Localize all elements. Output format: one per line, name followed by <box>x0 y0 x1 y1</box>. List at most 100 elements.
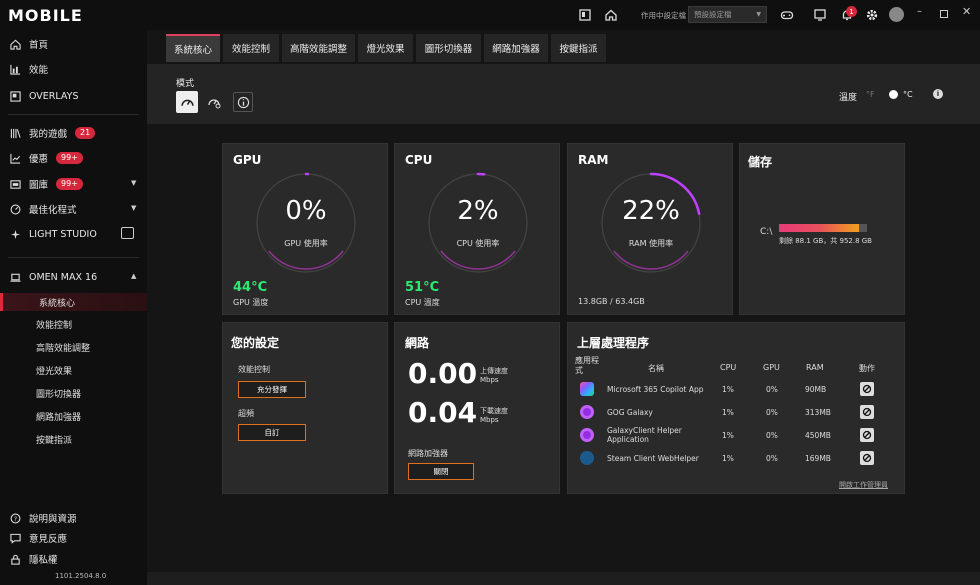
sidebar-sub-graphics-switcher[interactable]: 圖形切換器 <box>36 385 81 401</box>
cpu-card: CPU 2% CPU 使用率 51°C CPU 溫度 <box>394 143 560 315</box>
process-gpu: 0% <box>766 431 778 440</box>
gamepad-icon[interactable] <box>778 6 796 24</box>
sidebar-device[interactable]: OMEN MAX 16 <box>10 268 97 286</box>
bar-chart-icon <box>10 64 21 75</box>
minimize-icon[interactable]: – <box>917 6 922 17</box>
chevron-down-icon[interactable]: ▼ <box>131 204 136 212</box>
processes-title: 上層處理程序 <box>577 336 650 350</box>
storage-bar-fill <box>779 224 860 232</box>
ram-title: RAM <box>578 153 609 167</box>
sidebar-sub-label: 圖形切換器 <box>36 389 82 400</box>
overclock-label: 超頻 <box>238 409 254 418</box>
col-header-gpu: GPU <box>763 363 780 372</box>
mode-performance-button[interactable] <box>176 91 198 113</box>
fahrenheit-option[interactable]: °F <box>866 90 875 99</box>
sidebar-sub-advanced-tuning[interactable]: 高階效能調整 <box>36 339 90 355</box>
overclock-button[interactable]: 自訂 <box>238 424 306 441</box>
app-logo: MOBILE <box>8 6 83 25</box>
sidebar-sub-network-booster[interactable]: 網路加強器 <box>36 408 81 424</box>
tab-label: 高階效能調整 <box>289 44 347 55</box>
home-icon <box>10 39 21 50</box>
download-speed-value: 0.04 <box>408 396 478 429</box>
deals-count-badge: 99+ <box>56 152 83 164</box>
sidebar-item-performance[interactable]: 效能 <box>10 60 48 78</box>
widget-icon[interactable] <box>576 6 594 24</box>
sidebar-item-deals[interactable]: 優惠 99+ <box>10 149 83 167</box>
ram-card: RAM 22% RAM 使用率 13.8GB / 63.4GB <box>567 143 733 315</box>
network-card: 網路 0.00 上傳速度 Mbps 0.04 下載速度 Mbps 網路加強器 關… <box>394 322 560 494</box>
monitor-icon[interactable] <box>811 6 829 24</box>
end-task-icon[interactable] <box>860 382 874 396</box>
tab-system-core[interactable]: 系統核心 <box>166 34 220 62</box>
process-name: GOG Galaxy <box>607 408 653 417</box>
notification-badge: 1 <box>846 6 857 17</box>
storage-bar <box>779 224 867 232</box>
network-booster-button[interactable]: 關閉 <box>408 463 474 480</box>
celsius-radio[interactable] <box>889 90 898 99</box>
tab-label: 按鍵指派 <box>559 44 598 55</box>
sidebar-item-gallery[interactable]: 圖庫 99+ <box>10 175 83 193</box>
mode-info-button[interactable] <box>233 92 253 112</box>
tab-graphics-switcher[interactable]: 圖形切換器 <box>416 34 481 62</box>
sidebar-sub-performance-control[interactable]: 效能控制 <box>36 316 72 332</box>
process-gpu: 0% <box>766 454 778 463</box>
sidebar-item-light-studio[interactable]: LIGHT STUDIO <box>10 225 97 243</box>
process-gpu: 0% <box>766 408 778 417</box>
chevron-up-icon[interactable]: ▲ <box>131 272 136 280</box>
tab-key-assign[interactable]: 按鍵指派 <box>551 34 606 62</box>
maximize-icon[interactable] <box>940 10 948 18</box>
storage-drive: C:\ <box>760 227 773 237</box>
upload-speed-unit: Mbps <box>480 376 499 384</box>
download-speed-unit: Mbps <box>480 416 499 424</box>
divider <box>8 114 139 115</box>
avatar[interactable] <box>889 7 904 22</box>
gog-galaxy-icon <box>580 428 594 442</box>
upload-speed-value: 0.00 <box>408 357 478 390</box>
laptop-icon <box>10 272 21 283</box>
home-icon[interactable] <box>602 6 620 24</box>
external-link-icon[interactable] <box>121 227 134 239</box>
celsius-option[interactable]: °C <box>903 90 913 99</box>
end-task-icon[interactable] <box>860 428 874 442</box>
gpu-usage-label: GPU 使用率 <box>284 239 328 248</box>
sidebar-item-feedback[interactable]: 意見反應 <box>10 529 67 547</box>
sidebar-sub-key-assign[interactable]: 按鍵指派 <box>36 431 72 447</box>
chevron-down-icon[interactable]: ▼ <box>131 179 136 187</box>
divider <box>8 257 139 258</box>
info-icon <box>237 96 249 108</box>
process-name: GalaxyClient Helper Application <box>607 426 682 444</box>
sidebar-item-optimizer[interactable]: 最佳化程式 <box>10 200 77 218</box>
cpu-title: CPU <box>405 153 433 167</box>
tab-advanced-tuning[interactable]: 高階效能調整 <box>282 34 355 62</box>
network-booster-label: 網路加強器 <box>408 449 448 458</box>
mode-label: 模式 <box>176 79 195 89</box>
sidebar-sub-label: 按鍵指派 <box>36 435 73 446</box>
mode-custom-button[interactable] <box>205 93 223 111</box>
sidebar-sub-lighting[interactable]: 燈光效果 <box>36 362 72 378</box>
sidebar-item-my-games[interactable]: 我的遊戲 21 <box>10 124 96 142</box>
profile-label: 作用中設定檔 <box>641 11 686 20</box>
end-task-icon[interactable] <box>860 405 874 419</box>
overlay-icon <box>10 90 21 102</box>
sidebar-sub-system-core[interactable]: 系統核心 <box>0 293 147 311</box>
end-task-icon[interactable] <box>860 451 874 465</box>
open-task-manager-link[interactable]: 開啟工作管理員 <box>839 480 888 490</box>
gallery-icon <box>10 179 21 190</box>
sidebar-sub-label: 效能控制 <box>36 320 73 331</box>
sidebar-item-help[interactable]: ? 說明與資源 <box>10 509 77 527</box>
app-version: 1101.2504.8.0 <box>55 572 107 580</box>
custom-gauge-icon <box>208 99 221 109</box>
sidebar-item-home[interactable]: 首頁 <box>10 35 48 53</box>
perf-control-button[interactable]: 充分發揮 <box>238 381 306 398</box>
close-icon[interactable]: ✕ <box>962 5 971 18</box>
gear-icon[interactable] <box>863 6 881 24</box>
profile-select[interactable]: 預設設定檔 ▼ <box>688 6 767 23</box>
tab-performance-control[interactable]: 效能控制 <box>223 34 279 62</box>
device-name: OMEN MAX 16 <box>29 271 98 283</box>
sidebar-item-privacy[interactable]: 隱私權 <box>10 550 58 568</box>
info-icon[interactable]: i <box>933 89 943 99</box>
sidebar-item-overlays[interactable]: OVERLAYS <box>10 87 79 105</box>
tab-lighting[interactable]: 燈光效果 <box>358 34 413 62</box>
tab-network-booster[interactable]: 網路加強器 <box>484 34 548 62</box>
sidebar-item-label: 說明與資源 <box>29 514 77 525</box>
